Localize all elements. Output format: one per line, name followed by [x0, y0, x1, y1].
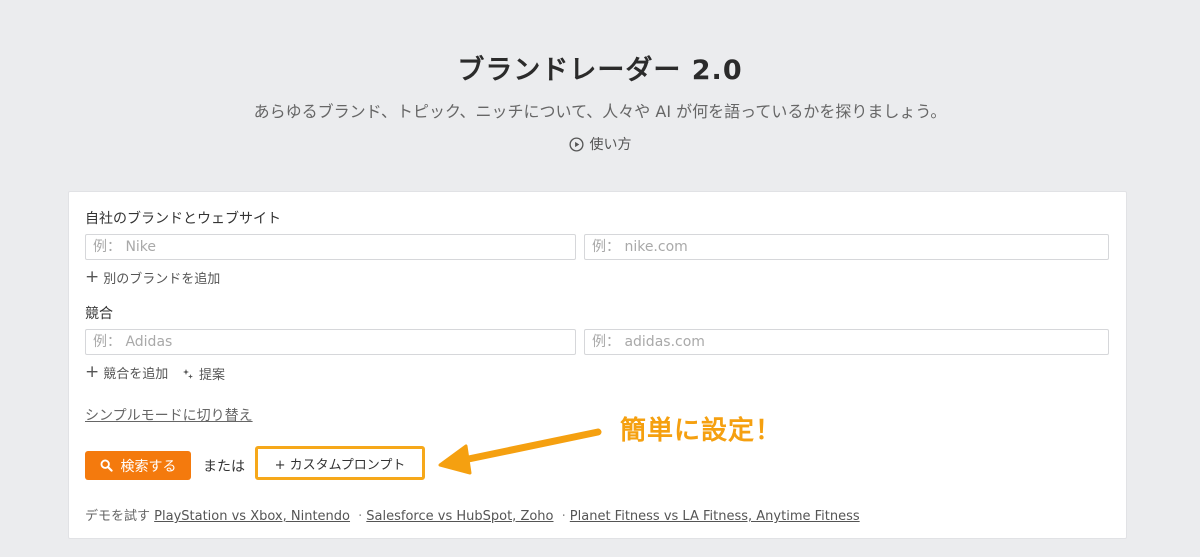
annotation-text: 簡単に設定！: [620, 416, 783, 446]
demo-link-salesforce[interactable]: Salesforce vs HubSpot, Zoho: [366, 509, 553, 524]
competitor-website-input[interactable]: [584, 329, 1109, 355]
competitors-label: 競合: [85, 306, 113, 322]
own-brand-website-input[interactable]: [584, 234, 1109, 260]
demo-link-planet-fitness[interactable]: Planet Fitness vs LA Fitness, Anytime Fi…: [570, 509, 860, 524]
add-competitor-label: 競合を追加: [103, 367, 169, 382]
page-subtitle: あらゆるブランド、トピック、ニッチについて、人々や AI が何を語っているかを探…: [253, 102, 947, 121]
simple-mode-link[interactable]: シンプルモードに切り替え: [85, 405, 253, 425]
search-icon: [100, 459, 113, 472]
own-brand-label: 自社のブランドとウェブサイト: [85, 211, 281, 227]
howto-label: 使い方: [589, 137, 632, 153]
page-title: ブランドレーダー 2.0: [457, 55, 743, 86]
suggest-button[interactable]: 提案: [182, 364, 225, 383]
demo-prefix: デモを試す: [85, 509, 151, 524]
plus-icon: +: [85, 362, 100, 382]
competitor-name-input[interactable]: [85, 329, 576, 355]
howto-link[interactable]: 使い方: [0, 134, 1200, 154]
or-text: または: [203, 459, 245, 475]
add-competitor-button[interactable]: + 競合を追加: [85, 362, 169, 383]
search-button[interactable]: 検索する: [85, 451, 191, 480]
custom-prompt-button[interactable]: + カスタムプロンプト: [255, 446, 425, 480]
demo-row: デモを試す PlayStation vs Xbox, Nintendo · Sal…: [85, 505, 860, 524]
suggest-label: 提案: [199, 368, 226, 383]
search-button-label: 検索する: [120, 458, 177, 475]
play-circle-icon: [568, 136, 584, 152]
brand-form-card: 自社のブランドとウェブサイト + 別のブランドを追加 競合 + 競合を追加 提案…: [68, 191, 1127, 539]
demo-separator: ·: [358, 509, 363, 524]
annotation-arrow-icon: [438, 428, 602, 475]
own-brand-name-input[interactable]: [85, 234, 576, 260]
demo-link-playstation[interactable]: PlayStation vs Xbox, Nintendo: [154, 509, 350, 524]
add-brand-label: 別のブランドを追加: [103, 272, 221, 287]
add-brand-button[interactable]: + 別のブランドを追加: [85, 267, 221, 288]
demo-separator: ·: [561, 509, 566, 524]
sparkle-icon: [183, 368, 193, 379]
plus-icon: +: [85, 267, 100, 287]
